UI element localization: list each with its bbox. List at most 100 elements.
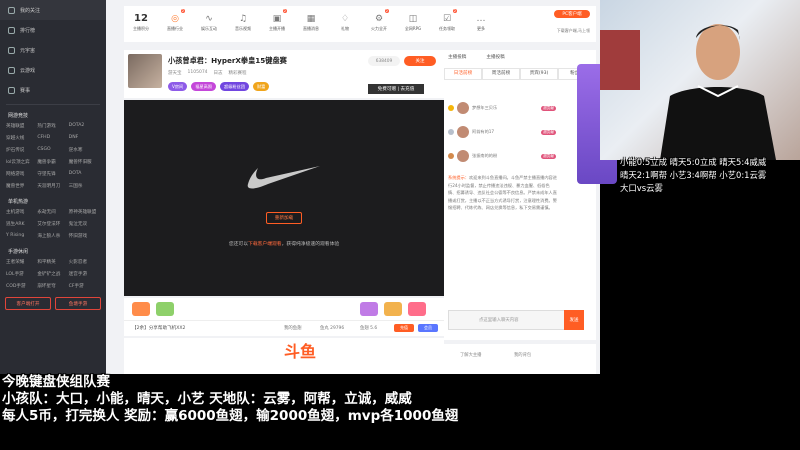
free-gift-button[interactable]: 免费可赠 | 去充值 [368, 84, 424, 94]
heart-icon [8, 6, 15, 14]
toolbar-item[interactable]: ♫ 音乐视频 [226, 12, 260, 32]
badge: 2 [452, 9, 457, 13]
reload-button[interactable]: 重新加载 [266, 212, 302, 224]
toolbar-item[interactable]: ☑ 任务领取 2 [430, 9, 464, 32]
room-tag[interactable]: 财富 [252, 82, 270, 91]
category-item[interactable]: 三国杀 [69, 183, 100, 189]
category-item[interactable]: 崩坏星穹 [37, 283, 68, 289]
sidebar-item-cloud-game[interactable]: 云游戏 [0, 60, 106, 80]
toolbar-item[interactable]: ♢ 礼物 [328, 12, 362, 32]
category-item[interactable]: 英雄联盟 [6, 123, 37, 129]
gift-icon[interactable] [132, 302, 150, 316]
category-item[interactable]: 魔兽争霸 [37, 159, 68, 165]
my-backpack-link[interactable]: 我的背包 [514, 352, 531, 358]
category-item[interactable]: 艾尔登法环 [37, 221, 68, 227]
category-item[interactable]: DOTA2 [69, 123, 100, 129]
rank-row[interactable]: 张振南的的粉 超贡献 [448, 148, 556, 164]
download-client-link[interactable]: 下载客户端观看 [248, 242, 282, 247]
video-player[interactable]: 重新加载 您还可以下载客户端观看，获得纯净极速的观看体验 [124, 100, 444, 296]
open-client-button[interactable]: 客户端打开 [5, 297, 51, 310]
follow-button[interactable]: 关注 [404, 56, 436, 66]
avatar [457, 126, 469, 138]
category-item[interactable]: 天涯明月刀 [37, 183, 68, 189]
category-item[interactable]: 迷宫手游 [69, 271, 100, 277]
category-item[interactable]: LOL手游 [6, 271, 37, 277]
rank-row[interactable]: 梦想年三贝乐 超贡献 [448, 100, 556, 116]
section-title: 网游竞技 [8, 112, 29, 119]
room-tag[interactable]: 超级粉丝团 [220, 82, 249, 91]
toolbar-icon: ▣ [272, 14, 282, 24]
category-item[interactable]: 炉石传说 [6, 147, 37, 153]
recharge-button[interactable]: 充值 [394, 324, 414, 332]
category-item[interactable]: 魔兽怀旧服 [69, 159, 100, 165]
streamer-figure [600, 24, 776, 160]
category-item[interactable]: 永劫无间 [37, 209, 68, 215]
category-item[interactable]: CSGO [37, 147, 68, 153]
toolbar-label: 直播消息 [303, 26, 319, 31]
category-item[interactable]: 主机游戏 [6, 209, 37, 215]
category-item[interactable]: 穿越火线 [6, 135, 37, 141]
crown-icon [448, 105, 454, 111]
category-item[interactable]: 热门游戏 [37, 123, 68, 129]
gift-icon[interactable] [156, 302, 174, 316]
category-item[interactable]: DNF [69, 135, 100, 141]
vip-button[interactable]: 会员 [418, 324, 438, 332]
category-item[interactable]: 海上狼人杀 [37, 233, 68, 239]
toolbar-item[interactable]: ▦ 直播消息 [294, 12, 328, 32]
toolbar-item[interactable]: 12 主播积分 [124, 12, 158, 32]
category-item[interactable]: Y Rising [6, 233, 37, 239]
toolbar-icon: ⚙ [374, 14, 384, 24]
crown-icon [448, 129, 454, 135]
category-item[interactable]: 鬼泣无双 [69, 221, 100, 227]
category-item[interactable]: CFHD [37, 135, 68, 141]
category-item[interactable]: 逃生ARK [6, 221, 37, 227]
toolbar-item[interactable]: … 更多 [464, 12, 498, 32]
my-fish-fin[interactable]: 我的鱼翅 [284, 325, 302, 331]
category-item[interactable]: COD手游 [6, 283, 37, 289]
room-subinfo: 游天宝 1105074 日志 精彩赛程 [168, 70, 247, 76]
toolbar-item[interactable]: ⚙ 火力全开 2 [362, 9, 396, 32]
category-item[interactable]: DOTA [69, 171, 100, 177]
category-item[interactable]: CF手游 [69, 283, 100, 289]
category-item[interactable]: 逆水寒 [69, 147, 100, 153]
sidebar-item-metaverse[interactable]: 元宇宙 [0, 40, 106, 60]
category-item[interactable]: lol云顶之弈 [6, 159, 37, 165]
learn-more-link[interactable]: 了解大主播 [460, 352, 481, 358]
tab-weekly[interactable]: 周活前榜 [482, 68, 520, 80]
category-item[interactable]: 火影忍者 [69, 259, 100, 265]
category-item[interactable]: 怀旧游戏 [69, 233, 100, 239]
gift-icon[interactable] [408, 302, 426, 316]
streamer-avatar[interactable] [128, 54, 162, 88]
category-item[interactable]: 王者荣耀 [6, 259, 37, 265]
toolbar-item[interactable]: ◫ 全网RPG [396, 12, 430, 32]
tab-vip[interactable]: 贵宾(93) [520, 68, 558, 80]
room-tag[interactable]: 福星高照 [191, 82, 217, 91]
room-sub-item[interactable]: 日志 [214, 70, 223, 76]
pc-client-download-button[interactable]: PC客户端 [554, 10, 590, 18]
room-tag[interactable]: V房间 [168, 82, 188, 91]
toolbar-item[interactable]: ◎ 直播行业 2 [158, 9, 192, 32]
category-item[interactable]: 网络游戏 [6, 171, 37, 177]
gift-icon[interactable] [360, 302, 378, 316]
category-item[interactable]: 魔兽世界 [6, 183, 37, 189]
rank-row[interactable]: 阿翁有的17 超贡献 [448, 124, 556, 140]
category-item[interactable]: 守望先锋 [37, 171, 68, 177]
pc-client-subtext: 下载客户端,马上领 [556, 28, 590, 33]
sidebar-item-follow[interactable]: 我的关注 [0, 0, 106, 20]
room-sub-item[interactable]: 游天宝 [168, 70, 182, 76]
toolbar-item[interactable]: ▣ 主播开播 2 [260, 9, 294, 32]
chat-input[interactable]: 点这里输入聊天内容 [448, 310, 580, 330]
category-item[interactable]: 和平精英 [37, 259, 68, 265]
gift-icon[interactable] [384, 302, 402, 316]
ad-banner[interactable]: 斗鱼 [124, 338, 444, 374]
category-item[interactable]: 金铲铲之战 [37, 271, 68, 277]
send-button[interactable]: 发送 [564, 310, 584, 330]
divider [6, 104, 100, 105]
toolbar-item[interactable]: ∿ 娱乐互动 [192, 12, 226, 32]
room-sub-item[interactable]: 精彩赛程 [229, 70, 247, 76]
fish-pond-button[interactable]: 鱼塘手游 [55, 297, 101, 310]
tab-daily[interactable]: 日活前榜 [444, 68, 482, 80]
category-item[interactable]: 原神英雄联盟 [69, 209, 100, 215]
sidebar-item-esports[interactable]: 赛事 [0, 80, 106, 100]
sidebar-item-ranking[interactable]: 排行榜 [0, 20, 106, 40]
